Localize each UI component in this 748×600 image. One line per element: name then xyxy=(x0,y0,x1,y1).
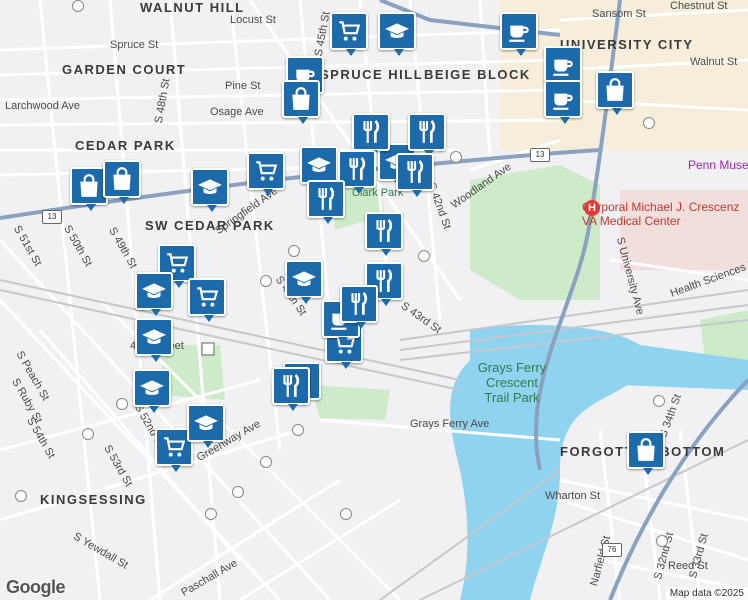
street-label: Spruce St xyxy=(110,39,159,51)
neighborhood-label: BEIGE BLOCK xyxy=(424,67,531,82)
street-label: Grays Ferry Ave xyxy=(410,418,490,430)
neighborhood-label: WALNUT HILL xyxy=(140,0,245,15)
restaurant-pin-icon[interactable] xyxy=(307,180,345,224)
shopping-cart-pin-icon[interactable] xyxy=(330,12,368,56)
shopping-bag-pin-icon[interactable] xyxy=(103,160,141,204)
school-pin-icon[interactable] xyxy=(135,318,173,362)
highway-shield: 13 xyxy=(530,148,550,162)
transit-stop-icon[interactable] xyxy=(260,275,272,287)
poi-label: Corporal Michael J. Crescenz VA Medical … xyxy=(582,200,740,228)
transit-stop-icon[interactable] xyxy=(653,395,665,407)
poi-label: Penn Museum xyxy=(688,158,748,172)
highway-shield: 13 xyxy=(42,210,62,224)
highway-shield: 76 xyxy=(602,543,622,557)
shopping-bag-pin-icon[interactable] xyxy=(596,71,634,115)
transit-stop-icon[interactable] xyxy=(232,486,244,498)
school-pin-icon[interactable] xyxy=(135,272,173,316)
neighborhood-label: KINGSESSING xyxy=(40,492,147,507)
transit-stop-icon[interactable] xyxy=(260,456,272,468)
transit-stop-icon[interactable] xyxy=(643,117,655,129)
street-label: Pine St xyxy=(225,80,261,92)
transit-stop-icon[interactable] xyxy=(656,535,668,547)
restaurant-pin-icon[interactable] xyxy=(396,153,434,197)
school-pin-icon[interactable] xyxy=(191,168,229,212)
neighborhood-label: SW CEDAR PARK xyxy=(145,218,275,233)
restaurant-pin-icon[interactable] xyxy=(272,367,310,411)
neighborhood-label: CEDAR PARK xyxy=(75,138,176,153)
map-attribution[interactable]: Map data ©2025 xyxy=(665,587,748,600)
street-label: Osage Ave xyxy=(210,106,264,118)
transit-stop-icon[interactable] xyxy=(450,151,462,163)
street-label: Walnut St xyxy=(690,56,738,68)
hospital-icon[interactable]: H xyxy=(584,200,600,216)
shopping-bag-pin-icon[interactable] xyxy=(627,431,665,475)
street-label: Chestnut St xyxy=(670,0,728,12)
transit-stop-icon[interactable] xyxy=(288,245,300,257)
transit-stop-icon[interactable] xyxy=(292,424,304,436)
transit-stop-icon[interactable] xyxy=(72,0,84,12)
restaurant-pin-icon[interactable] xyxy=(365,212,403,256)
coffee-pin-icon[interactable] xyxy=(500,12,538,56)
street-label: Locust St xyxy=(230,14,276,26)
park-label: Grays Ferry Crescent Trail Park xyxy=(477,360,547,405)
shopping-bag-pin-icon[interactable] xyxy=(282,80,320,124)
map-canvas[interactable]: WALNUT HILL GARDEN COURT SPRUCE HILL BEI… xyxy=(0,0,748,600)
school-pin-icon[interactable] xyxy=(187,404,225,448)
coffee-pin-icon[interactable] xyxy=(544,80,582,124)
restaurant-pin-icon[interactable] xyxy=(408,113,446,157)
transit-stop-icon[interactable] xyxy=(205,508,217,520)
transit-stop-icon[interactable] xyxy=(82,428,94,440)
school-pin-icon[interactable] xyxy=(378,12,416,56)
transit-stop-icon[interactable] xyxy=(116,398,128,410)
shopping-cart-pin-icon[interactable] xyxy=(247,152,285,196)
shopping-cart-pin-icon[interactable] xyxy=(188,278,226,322)
neighborhood-label: SPRUCE HILL xyxy=(320,67,424,82)
coffee-pin-icon[interactable] xyxy=(544,46,582,90)
restaurant-pin-icon[interactable] xyxy=(352,113,390,157)
street-label: Sansom St xyxy=(592,8,646,20)
transit-stop-icon[interactable] xyxy=(340,508,352,520)
neighborhood-label: GARDEN COURT xyxy=(62,62,187,77)
google-logo: Google xyxy=(6,577,66,597)
street-label: Larchwood Ave xyxy=(5,100,81,112)
school-pin-icon[interactable] xyxy=(133,369,171,413)
street-label: Wharton St xyxy=(545,490,601,502)
restaurant-pin-icon[interactable] xyxy=(340,285,378,329)
school-pin-icon[interactable] xyxy=(300,146,338,190)
transit-stop-icon[interactable] xyxy=(418,250,430,262)
transit-stop-icon[interactable] xyxy=(15,490,27,502)
school-pin-icon[interactable] xyxy=(285,260,323,304)
